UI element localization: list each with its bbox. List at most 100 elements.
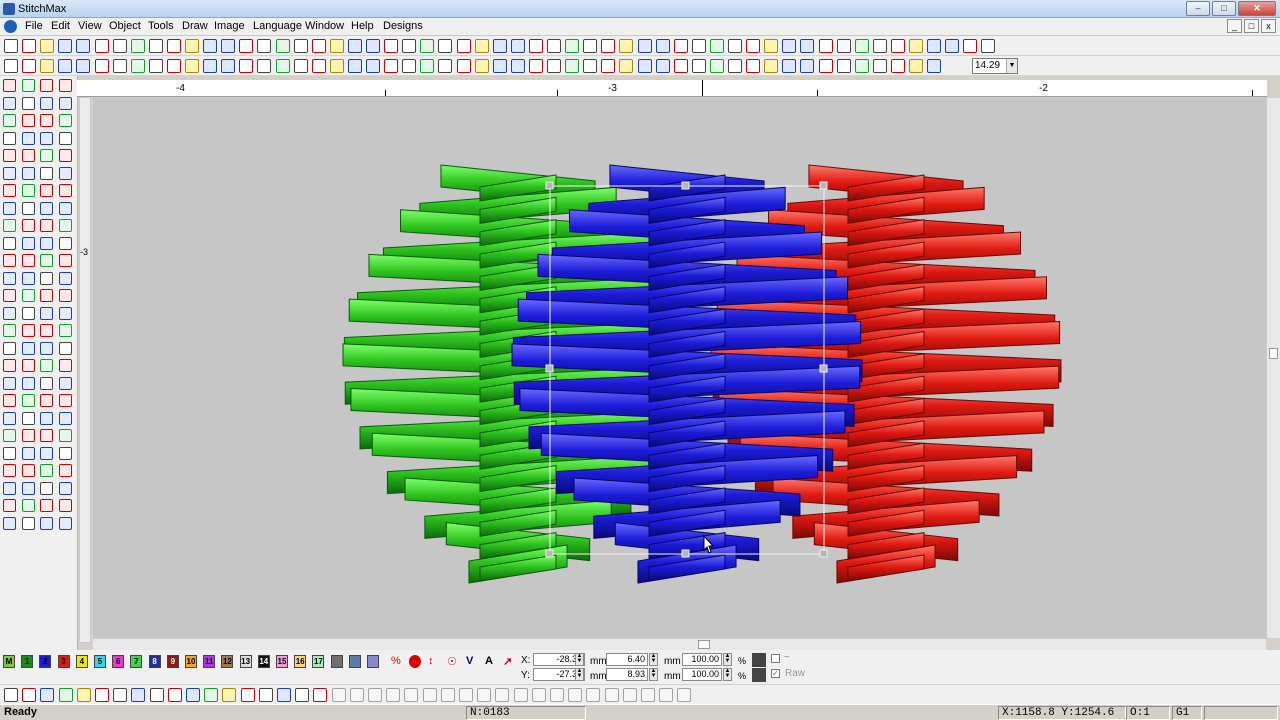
thread-color-swatch[interactable]: 5 (94, 655, 106, 668)
drawing-tool-icon[interactable] (21, 219, 35, 232)
drawing-tool-icon[interactable] (3, 131, 16, 145)
drawing-tool-icon[interactable] (21, 429, 35, 442)
drawing-tool-icon[interactable] (40, 289, 53, 302)
edit-tool-icon[interactable] (204, 688, 219, 702)
toolbar-tool-icon[interactable] (148, 39, 163, 53)
edit-tool-icon[interactable] (58, 688, 73, 702)
edit-tool-icon[interactable] (477, 688, 492, 702)
toolbar-tool-icon[interactable] (311, 39, 326, 53)
close-button[interactable]: ✕ (1238, 1, 1276, 16)
edit-tool-icon[interactable] (149, 688, 164, 702)
toolbar-tool-icon[interactable] (836, 59, 851, 73)
drawing-tool-icon[interactable] (21, 446, 35, 460)
menu-help[interactable]: Help (351, 20, 374, 32)
scale-x-field[interactable]: 100.00 (682, 653, 722, 666)
toolbar-tool-icon[interactable] (58, 59, 73, 73)
toolbar-tool-icon[interactable] (4, 39, 18, 53)
drawing-tool-icon[interactable] (3, 411, 16, 425)
toolbar-tool-icon[interactable] (474, 39, 489, 53)
toolbar-tool-icon[interactable] (637, 59, 652, 73)
toolbar-tool-icon[interactable] (384, 39, 399, 53)
thread-color-swatch[interactable] (367, 655, 379, 668)
doc-restore-button[interactable]: □ (1244, 19, 1259, 33)
edit-tool-icon[interactable] (659, 688, 674, 702)
toolbar-tool-icon[interactable] (257, 39, 272, 53)
drawing-tool-icon[interactable] (3, 236, 16, 250)
drawing-tool-icon[interactable] (3, 149, 16, 162)
drawing-tool-icon[interactable] (40, 464, 53, 477)
menu-image[interactable]: Image (214, 20, 245, 32)
toolbar-tool-icon[interactable] (4, 59, 18, 73)
toolbar-tool-icon[interactable] (22, 39, 37, 53)
drawing-tool-icon[interactable] (21, 201, 35, 215)
edit-tool-icon[interactable] (440, 688, 455, 702)
edit-tool-icon[interactable] (258, 688, 273, 702)
drawing-tool-icon[interactable] (58, 289, 72, 302)
toolbar-tool-icon[interactable] (728, 39, 742, 53)
edit-tool-icon[interactable] (4, 688, 18, 702)
drawing-tool-icon[interactable] (58, 149, 72, 162)
toolbar-tool-icon[interactable] (221, 59, 236, 73)
drawing-tool-icon[interactable] (58, 254, 72, 267)
drawing-tool-icon[interactable] (3, 359, 16, 372)
toolbar-tool-icon[interactable] (583, 59, 598, 73)
trim-icon[interactable]: ↕ (428, 655, 440, 668)
thread-color-swatch[interactable]: 11 (203, 655, 216, 668)
drawing-tool-icon[interactable] (40, 254, 53, 267)
drawing-tool-icon[interactable] (21, 271, 35, 285)
thread-color-swatch[interactable]: 4 (75, 655, 88, 668)
drawing-tool-icon[interactable] (58, 201, 72, 215)
thread-color-swatch[interactable]: M (3, 655, 15, 668)
drawing-tool-icon[interactable] (3, 376, 16, 390)
thread-color-swatch[interactable]: 9 (166, 655, 179, 668)
drawing-tool-icon[interactable] (3, 516, 16, 530)
toolbar-tool-icon[interactable] (673, 59, 688, 73)
letter-v-icon[interactable]: V (466, 655, 478, 668)
edit-tool-icon[interactable] (313, 688, 328, 702)
toolbar-tool-icon[interactable] (420, 39, 435, 53)
drawing-tool-icon[interactable] (3, 481, 16, 495)
drawing-tool-icon[interactable] (58, 376, 72, 390)
toolbar-tool-icon[interactable] (547, 39, 561, 53)
toolbar-tool-icon[interactable] (818, 39, 833, 53)
resize-handle[interactable] (681, 181, 690, 190)
toolbar-tool-icon[interactable] (981, 39, 996, 53)
drawing-tool-icon[interactable] (58, 359, 72, 372)
drawing-tool-icon[interactable] (3, 254, 16, 267)
scale-x-spinner[interactable]: ▲ ▼ (723, 653, 732, 666)
edit-tool-icon[interactable] (131, 688, 146, 702)
toolbar-tool-icon[interactable] (619, 59, 634, 73)
toolbar-tool-icon[interactable] (257, 59, 272, 73)
toolbar-tool-icon[interactable] (366, 59, 380, 73)
thread-color-swatch[interactable]: 7 (130, 655, 143, 668)
toolbar-tool-icon[interactable] (746, 59, 761, 73)
toolbar-tool-icon[interactable] (782, 59, 797, 73)
drawing-tool-icon[interactable] (21, 184, 35, 197)
edit-tool-icon[interactable] (277, 688, 291, 702)
drawing-tool-icon[interactable] (40, 114, 53, 127)
edit-tool-icon[interactable] (677, 688, 692, 702)
toolbar-tool-icon[interactable] (528, 39, 543, 53)
drawing-tool-icon[interactable] (40, 376, 53, 390)
drawing-tool-icon[interactable] (58, 324, 72, 337)
stop-icon[interactable] (409, 655, 421, 668)
edit-tool-icon[interactable] (404, 688, 419, 702)
width-field[interactable]: 6.40 (606, 653, 648, 666)
drawing-tool-icon[interactable] (21, 499, 35, 512)
drawing-tool-icon[interactable] (40, 79, 53, 92)
toolbar-tool-icon[interactable] (927, 39, 942, 53)
toolbar-tool-icon[interactable] (854, 59, 869, 73)
toolbar-tool-icon[interactable] (927, 59, 942, 73)
toolbar-tool-icon[interactable] (890, 59, 905, 73)
scale-y-field[interactable]: 100.00 (682, 668, 722, 681)
toolbar-tool-icon[interactable] (601, 39, 616, 53)
color-tool-icon[interactable]: % (391, 655, 403, 668)
toolbar-tool-icon[interactable] (474, 59, 489, 73)
drawing-tool-icon[interactable] (21, 149, 35, 162)
drawing-tool-icon[interactable] (58, 306, 72, 320)
toolbar-tool-icon[interactable] (818, 59, 833, 73)
resize-handle[interactable] (545, 181, 554, 190)
thread-color-swatch[interactable]: 13 (239, 655, 252, 668)
drawing-tool-icon[interactable] (40, 166, 53, 180)
thread-color-swatch[interactable]: 6 (112, 655, 125, 668)
